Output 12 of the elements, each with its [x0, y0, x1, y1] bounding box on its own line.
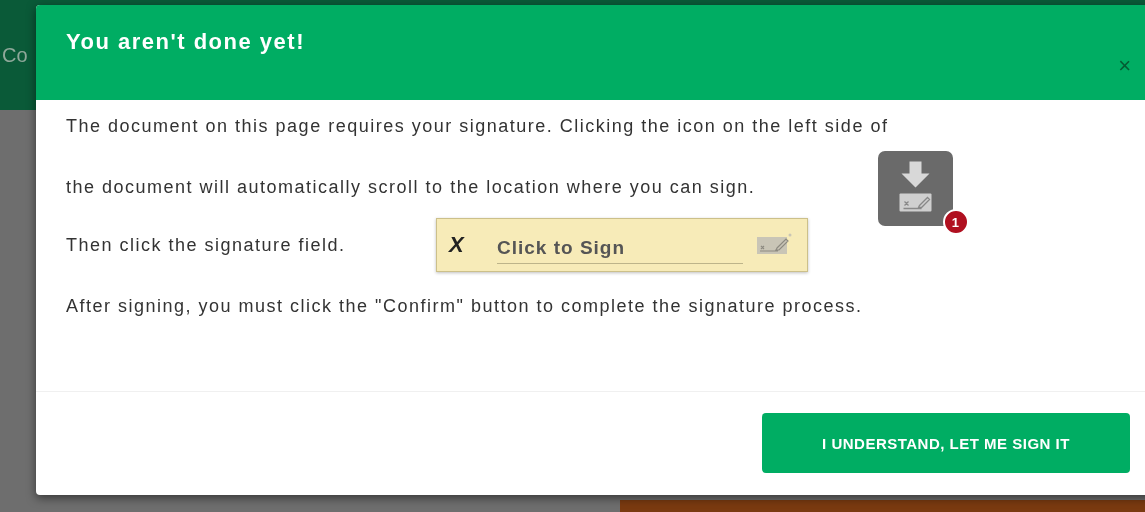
sign-navigation-icon: [878, 151, 953, 226]
instruction-text: Then click the signature field.: [66, 234, 347, 256]
signature-label: Click to Sign: [497, 236, 743, 264]
signature-icon: [757, 232, 793, 254]
instruction-text: The document on this page requires your signature. Clicking the icon on the left side of the document will automatically scroll to the location where you can sign.: [66, 115, 890, 199]
instruction-text: After signing, you must click the "Confirm" button to complete the signature process.: [66, 296, 864, 317]
dialog-title: You aren't done yet!: [66, 29, 305, 55]
signature-mark: X: [449, 232, 467, 258]
close-button[interactable]: ×: [1118, 55, 1131, 77]
count-badge: 1: [943, 209, 969, 235]
confirm-button[interactable]: I UNDERSTAND, LET ME SIGN IT: [762, 413, 1130, 473]
header-text: Co: [2, 43, 28, 67]
